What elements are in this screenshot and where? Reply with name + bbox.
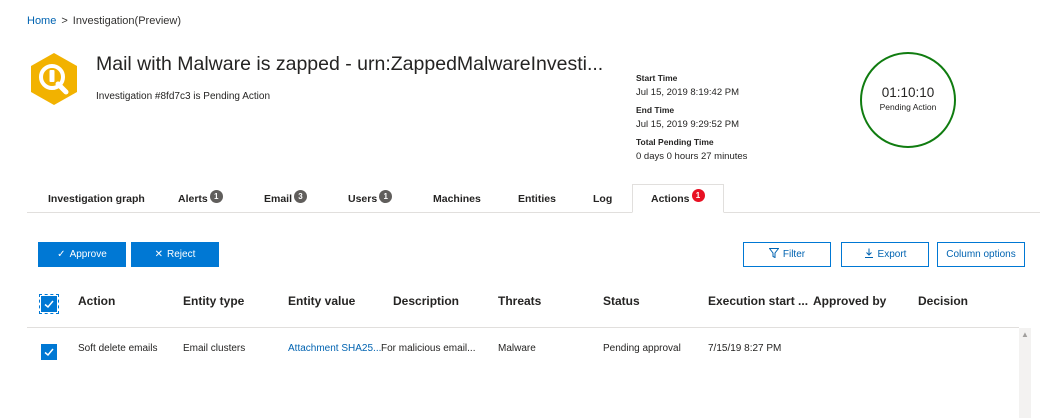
end-time-value: Jul 15, 2019 9:29:52 PM (636, 119, 739, 130)
cell-description: For malicious email... (381, 343, 476, 354)
tab-entities[interactable]: Entities (518, 185, 556, 213)
cell-action: Soft delete emails (78, 343, 158, 354)
tab-label: Users (348, 193, 378, 205)
end-time-label: End Time (636, 105, 675, 115)
checkmark-icon: ✓ (57, 249, 66, 260)
column-options-button[interactable]: Column options (937, 242, 1025, 267)
table-header: Action Entity type Entity value Descript… (27, 288, 1019, 328)
approve-button[interactable]: ✓ Approve (38, 242, 126, 267)
column-header-entity-value[interactable]: Entity value (288, 294, 355, 308)
tab-users[interactable]: Users 1 (348, 185, 393, 213)
breadcrumb-separator: > (61, 15, 68, 27)
cell-execution-start: 7/15/19 8:27 PM (708, 343, 782, 354)
total-pending-time-value: 0 days 0 hours 27 minutes (636, 151, 748, 162)
timer-status: Pending Action (879, 102, 937, 112)
filter-label: Filter (782, 249, 806, 260)
investigation-status-text: Investigation #8fd7c3 is Pending Action (96, 91, 271, 102)
reject-button[interactable]: ✕ Reject (131, 242, 219, 267)
column-header-execution-start[interactable]: Execution start ... (708, 294, 808, 308)
tab-label: Machines (433, 193, 481, 205)
column-header-entity-type[interactable]: Entity type (183, 294, 244, 308)
checkmark-icon (44, 348, 54, 357)
timer-value: 01:10:10 (881, 85, 935, 100)
row-checkbox[interactable] (41, 344, 57, 360)
scroll-up-icon[interactable]: ▲ (1021, 330, 1029, 339)
cell-threats: Malware (498, 343, 536, 354)
cell-entity-type: Email clusters (183, 343, 246, 354)
count-badge: 3 (294, 189, 308, 203)
count-badge: 1 (379, 189, 393, 203)
column-header-action[interactable]: Action (78, 294, 115, 308)
breadcrumb-current: Investigation(Preview) (72, 15, 181, 27)
select-all-checkbox[interactable] (39, 294, 59, 314)
column-header-status[interactable]: Status (603, 294, 640, 308)
download-icon (864, 248, 874, 261)
column-header-description[interactable]: Description (393, 294, 459, 308)
filter-icon (768, 248, 780, 261)
pending-timer: 01:10:10 Pending Action (860, 52, 956, 148)
tab-label: Investigation graph (48, 193, 145, 205)
tab-label: Log (593, 193, 613, 205)
column-header-threats[interactable]: Threats (498, 294, 541, 308)
export-label: Export (877, 249, 907, 260)
tab-machines[interactable]: Machines (433, 185, 481, 213)
table-row[interactable]: Soft delete emails Email clusters Attach… (27, 332, 1019, 372)
column-header-decision[interactable]: Decision (918, 294, 968, 308)
count-badge: 1 (691, 189, 705, 202)
tab-label: Actions (651, 192, 690, 205)
column-header-approved-by[interactable]: Approved by (813, 294, 886, 308)
reject-label: Reject (167, 249, 196, 260)
start-time-value: Jul 15, 2019 8:19:42 PM (636, 87, 739, 98)
tab-investigation-graph[interactable]: Investigation graph (48, 185, 145, 213)
breadcrumb: Home > Investigation(Preview) (27, 15, 181, 27)
column-options-label: Column options (946, 249, 1016, 260)
approve-label: Approve (69, 249, 107, 260)
total-pending-time-label: Total Pending Time (636, 137, 714, 147)
tab-label: Email (264, 193, 293, 205)
cell-entity-value-link[interactable]: Attachment SHA25... (288, 343, 381, 354)
filter-button[interactable]: Filter (743, 242, 831, 267)
tab-label: Entities (518, 193, 556, 205)
page-title: Mail with Malware is zapped - urn:Zapped… (96, 53, 604, 75)
tab-label: Alerts (178, 193, 208, 205)
cell-status: Pending approval (603, 343, 681, 354)
count-badge: 1 (209, 189, 223, 203)
investigation-times: Start Time Jul 15, 2019 8:19:42 PM End T… (636, 73, 747, 169)
tab-alerts[interactable]: Alerts 1 (178, 185, 223, 213)
checkmark-icon (44, 300, 54, 309)
close-icon: ✕ (154, 249, 164, 260)
investigation-icon (27, 52, 81, 106)
export-button[interactable]: Export (841, 242, 929, 267)
start-time-label: Start Time (636, 73, 678, 83)
tab-actions[interactable]: Actions 1 (632, 184, 724, 213)
vertical-scrollbar[interactable]: ▲ (1019, 328, 1031, 418)
breadcrumb-home-link[interactable]: Home (27, 15, 56, 27)
investigation-tabs: Investigation graph Alerts 1 Email 3 Users… (27, 184, 1040, 213)
tab-log[interactable]: Log (593, 185, 612, 213)
tab-email[interactable]: Email 3 (264, 185, 308, 213)
